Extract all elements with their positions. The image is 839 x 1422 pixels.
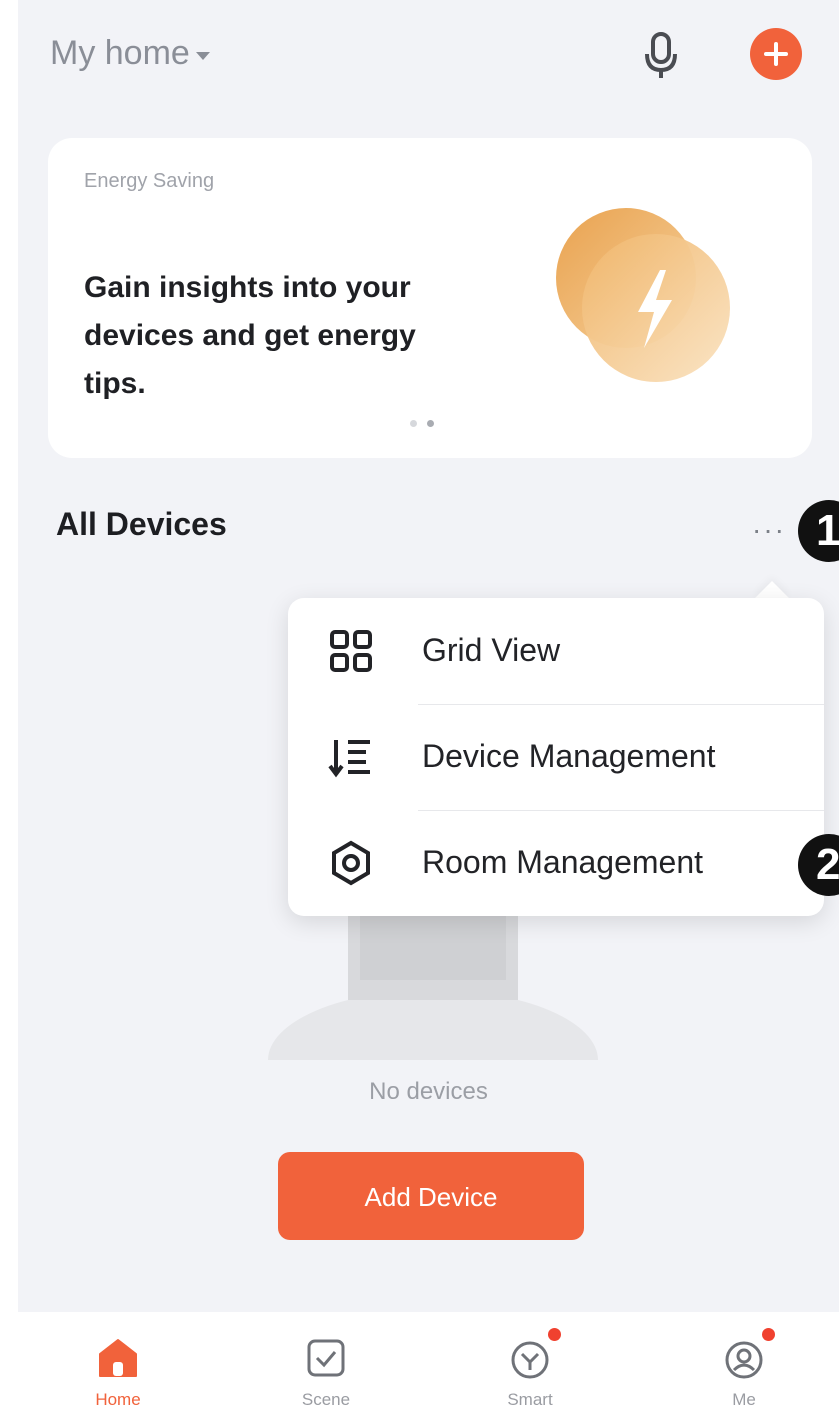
device-list-icon — [328, 734, 374, 780]
carousel-indicator — [410, 420, 434, 427]
empty-state-illustration — [268, 910, 598, 1130]
add-icon[interactable] — [750, 28, 802, 80]
nav-label: Home — [95, 1390, 141, 1409]
bottom-navigation: Home Scene Smart Me — [18, 1312, 839, 1422]
room-settings-icon — [328, 840, 374, 886]
carousel-dot-active — [427, 420, 434, 427]
scene-icon — [304, 1336, 348, 1380]
grid-view-icon — [328, 628, 374, 674]
menu-item-grid-view[interactable]: Grid View — [288, 598, 824, 704]
nav-item-smart[interactable]: Smart — [470, 1326, 590, 1416]
lightning-bolt-icon — [548, 208, 738, 388]
profile-icon — [722, 1336, 766, 1380]
menu-item-label: Device Management — [422, 738, 716, 774]
notification-dot — [548, 1328, 561, 1341]
menu-item-label: Room Management — [422, 844, 704, 880]
nav-label: Scene — [301, 1390, 351, 1409]
menu-item-room-management[interactable]: Room Management — [288, 810, 824, 916]
menu-item-label: Grid View — [422, 632, 561, 668]
chevron-down-icon — [195, 51, 210, 60]
carousel-dot — [410, 420, 417, 427]
add-device-button[interactable]: Add Device — [278, 1152, 584, 1240]
home-name: My home — [50, 34, 190, 72]
energy-card-text: Gain insights into your devices and get … — [84, 271, 416, 400]
nav-item-home[interactable]: Home — [58, 1326, 178, 1416]
nav-item-scene[interactable]: Scene — [266, 1326, 386, 1416]
home-icon — [96, 1336, 140, 1380]
home-selector[interactable]: My home — [50, 34, 210, 73]
notification-dot — [762, 1328, 775, 1341]
section-title: All Devices — [56, 506, 227, 542]
more-options-button[interactable]: ··· — [752, 514, 786, 546]
smart-icon — [508, 1336, 552, 1380]
nav-label: Me — [732, 1390, 756, 1409]
menu-item-device-management[interactable]: Device Management — [288, 704, 824, 810]
app-screen: My home Energy Saving Gain insights into… — [18, 0, 839, 1422]
callout-badge: 1 — [798, 500, 839, 562]
energy-card-label: Energy Saving — [84, 170, 215, 192]
empty-state-text: No devices — [369, 1078, 488, 1105]
nav-item-me[interactable]: Me — [684, 1326, 804, 1416]
energy-saving-card[interactable]: Energy Saving Gain insights into your de… — [48, 138, 812, 458]
nav-label: Smart — [507, 1390, 553, 1409]
options-menu: Grid View Device Management Room Managem… — [288, 598, 824, 916]
microphone-icon[interactable] — [638, 30, 684, 82]
